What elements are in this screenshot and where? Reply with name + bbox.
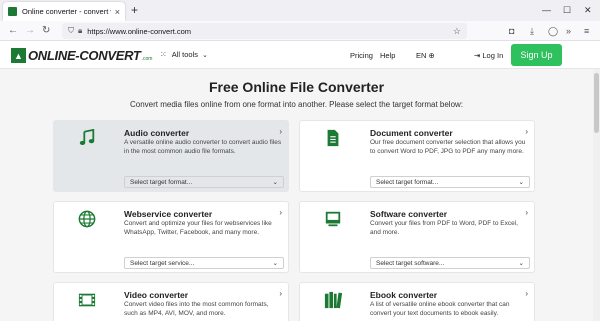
document-icon	[327, 129, 339, 147]
menu-icon[interactable]: ≡	[584, 25, 589, 37]
tab-title: Online converter - convert vide	[22, 7, 111, 16]
chevron-right-icon: ›	[525, 289, 528, 298]
language-label: EN	[416, 51, 427, 60]
select-value: Select target service...	[130, 259, 195, 267]
browser-tab[interactable]: Online converter - convert vide ×	[3, 2, 125, 21]
card-description: A versatile online audio converter to co…	[124, 139, 282, 155]
signup-button[interactable]: Sign Up	[511, 44, 562, 66]
grid-icon: ⁙	[160, 50, 167, 59]
card-title: Audio converter	[124, 128, 190, 138]
card-audio-converter[interactable]: Audio converter › A versatile online aud…	[53, 120, 289, 192]
logo-mark-icon: ▲	[11, 48, 26, 63]
select-value: Select target format...	[130, 178, 193, 186]
card-title: Webservice converter	[124, 209, 213, 219]
card-title: Software converter	[370, 209, 447, 219]
logo-suffix: .com	[141, 55, 153, 62]
chevron-down-icon: ⌄	[518, 260, 524, 267]
monitor-icon	[325, 211, 341, 227]
lock-icon[interactable]: 🔒︎	[78, 26, 82, 36]
chevron-down-icon: ⌄	[272, 260, 278, 267]
card-description: Convert and optimize your files for webs…	[124, 220, 272, 236]
minimize-button[interactable]: —	[542, 3, 551, 17]
select-value: Select target format...	[376, 178, 439, 186]
chevron-right-icon: ›	[525, 208, 528, 217]
card-document-converter[interactable]: Document converter › Our free document c…	[299, 120, 535, 192]
scrollbar-thumb[interactable]	[594, 73, 599, 133]
target-format-select[interactable]: Select target format... ⌄	[370, 176, 530, 188]
main-content: Free Online File Converter Convert media…	[0, 69, 593, 321]
reload-icon[interactable]: ↻	[42, 24, 50, 38]
chevron-right-icon: ›	[279, 208, 282, 217]
pocket-icon[interactable]: ◘	[509, 25, 514, 37]
login-icon: ⇥	[474, 51, 481, 60]
all-tools-menu[interactable]: ⁙ All tools ⌄	[160, 50, 208, 59]
browser-nav-bar: ← → ↻ ⛉ 🔒︎ https://www.online-convert.co…	[0, 21, 600, 41]
globe-small-icon: ⊕	[428, 51, 435, 60]
chevron-down-icon: ⌄	[201, 51, 208, 59]
chevron-right-icon: ›	[525, 127, 528, 136]
maximize-button[interactable]: ☐	[563, 3, 571, 17]
chevron-down-icon: ⌄	[272, 179, 278, 186]
url-text[interactable]: https://www.online-convert.com	[87, 27, 453, 36]
shield-icon[interactable]: ⛉	[68, 26, 74, 36]
card-title: Ebook converter	[370, 290, 438, 300]
account-icon[interactable]: ◯	[548, 25, 558, 37]
new-tab-button[interactable]: +	[131, 3, 138, 17]
page-subtitle: Convert media files online from one form…	[129, 100, 464, 109]
music-icon	[79, 129, 95, 146]
logo-text: ONLINE-CONVERT	[28, 48, 141, 63]
chevron-right-icon: ›	[279, 127, 282, 136]
target-software-select[interactable]: Select target software... ⌄	[370, 257, 530, 269]
login-link[interactable]: ⇥ Log In	[474, 51, 503, 60]
books-icon	[324, 291, 342, 309]
card-webservice-converter[interactable]: Webservice converter › Convert and optim…	[53, 201, 289, 273]
page-title: Free Online File Converter	[208, 79, 385, 95]
site-logo[interactable]: ▲ ONLINE-CONVERT .com	[11, 45, 152, 66]
all-tools-label: All tools	[171, 50, 198, 59]
target-service-select[interactable]: Select target service... ⌄	[124, 257, 284, 269]
target-format-select[interactable]: Select target format... ⌄	[124, 176, 284, 188]
login-label: Log In	[482, 51, 504, 60]
extensions-icon[interactable]: »	[566, 25, 571, 37]
language-selector[interactable]: EN ⊕	[416, 51, 435, 60]
card-ebook-converter[interactable]: Ebook converter › A list of versatile on…	[299, 282, 535, 321]
chevron-right-icon: ›	[279, 289, 282, 298]
card-description: Our free document converter selection th…	[370, 139, 526, 155]
page-scrollbar[interactable]	[593, 69, 600, 321]
film-icon	[78, 293, 96, 307]
card-description: Convert video files into the most common…	[124, 301, 269, 317]
downloads-icon[interactable]: ⤓	[530, 25, 534, 37]
card-title: Video converter	[124, 290, 189, 300]
card-software-converter[interactable]: Software converter › Convert your files …	[299, 201, 535, 273]
back-arrow-icon[interactable]: ←	[8, 24, 18, 38]
site-header: ▲ ONLINE-CONVERT .com ⁙ All tools ⌄ Pric…	[0, 41, 600, 69]
pricing-link[interactable]: Pricing	[350, 51, 373, 60]
globe-icon	[78, 210, 96, 228]
card-title: Document converter	[370, 128, 453, 138]
help-link[interactable]: Help	[380, 51, 395, 60]
chevron-down-icon: ⌄	[518, 179, 524, 186]
tab-close-icon[interactable]: ×	[115, 7, 120, 17]
window-close-button[interactable]: ✕	[584, 3, 592, 17]
select-value: Select target software...	[376, 259, 445, 267]
card-description: Convert your files from PDF to Word, PDF…	[370, 220, 518, 236]
forward-arrow-icon[interactable]: →	[25, 24, 35, 38]
browser-tab-bar: Online converter - convert vide × + — ☐ …	[0, 0, 600, 21]
address-bar[interactable]: ⛉ 🔒︎ https://www.online-convert.com ☆	[62, 23, 467, 39]
card-description: A list of versatile online ebook convert…	[370, 301, 510, 317]
card-video-converter[interactable]: Video converter › Convert video files in…	[53, 282, 289, 321]
site-favicon-icon	[8, 7, 17, 16]
bookmark-star-icon[interactable]: ☆	[453, 26, 461, 37]
